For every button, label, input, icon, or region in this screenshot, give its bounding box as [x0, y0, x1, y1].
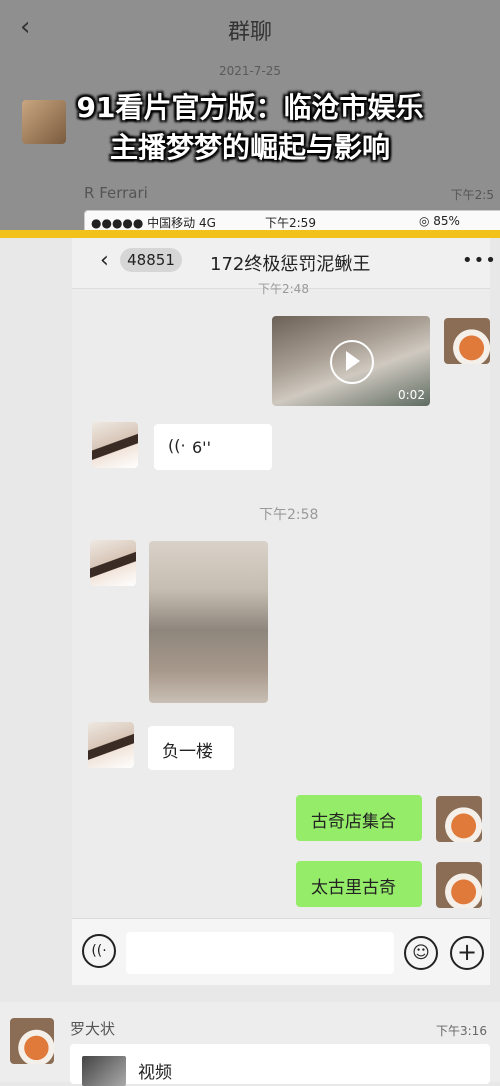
- avatar[interactable]: [88, 722, 134, 768]
- headline-line-2: 主播梦梦的崛起与影响: [109, 131, 390, 164]
- video-card[interactable]: [70, 1044, 490, 1084]
- video-duration: 0:02: [398, 388, 425, 402]
- video-card-label: 视频: [138, 1063, 172, 1083]
- timestamp: 下午2:48: [258, 282, 309, 296]
- message-input[interactable]: [126, 932, 394, 974]
- outer-chat-title: 群聊: [227, 20, 272, 45]
- outer-message-time: 下午2:5: [450, 188, 494, 202]
- message-text: 太古里古奇: [311, 878, 396, 898]
- outer-sender-name: R Ferrari: [84, 184, 148, 202]
- message-text: 负一楼: [162, 742, 213, 762]
- emoji-button[interactable]: ☺: [404, 936, 438, 970]
- page-title: 91看片官方版：临沧市娱乐 主播梦梦的崛起与影响: [0, 88, 500, 168]
- avatar[interactable]: [90, 540, 136, 586]
- message-time: 下午3:16: [436, 1024, 487, 1038]
- avatar[interactable]: [10, 1018, 54, 1064]
- outer-date: 2021-7-25: [218, 64, 282, 78]
- plus-button[interactable]: +: [450, 936, 484, 970]
- avatar[interactable]: [92, 422, 138, 468]
- avatar[interactable]: [436, 862, 482, 908]
- headline-line-1: 91看片官方版：临沧市娱乐: [76, 91, 424, 124]
- status-battery: ◎ 85%: [419, 214, 460, 228]
- photo-message[interactable]: [149, 541, 268, 703]
- unread-badge: 48851: [120, 248, 182, 272]
- status-carrier: ●●●●● 中国移动 4G: [91, 216, 216, 230]
- voice-icon: ((·: [168, 436, 186, 455]
- voice-input-button[interactable]: ((·: [82, 934, 116, 968]
- message-bubble[interactable]: 太古里古奇: [296, 861, 422, 907]
- sender-name: 罗大状: [70, 1020, 116, 1038]
- more-icon[interactable]: •••: [462, 250, 497, 271]
- message-bubble[interactable]: 古奇店集合: [296, 795, 422, 841]
- divider: [0, 230, 500, 238]
- status-time: 下午2:59: [265, 216, 316, 230]
- back-icon[interactable]: ‹: [100, 248, 109, 273]
- play-triangle-icon: [346, 351, 360, 371]
- message-text: 古奇店集合: [311, 812, 396, 832]
- chat-title: 172终极惩罚泥鳅王: [210, 254, 371, 275]
- timestamp: 下午2:58: [259, 507, 319, 523]
- voice-duration: 6'': [192, 438, 211, 457]
- message-bubble[interactable]: 负一楼: [148, 726, 234, 770]
- avatar[interactable]: [436, 796, 482, 842]
- avatar[interactable]: [444, 318, 490, 364]
